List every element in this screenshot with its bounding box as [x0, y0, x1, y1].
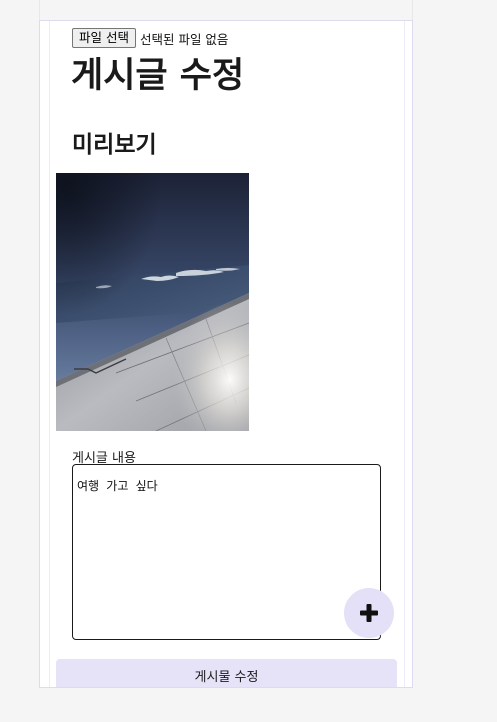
card-guide-right	[404, 21, 405, 687]
card-guide-left	[49, 21, 50, 687]
post-edit-card: 파일 선택 선택된 파일 없음 게시글 수정 미리보기 게시글 내용 여행 가고…	[39, 20, 413, 688]
file-input: 파일 선택 선택된 파일 없음	[72, 28, 228, 48]
page-title: 게시글 수정	[71, 56, 245, 96]
file-status-text: 선택된 파일 없음	[139, 31, 229, 47]
frame-edge-right	[412, 0, 413, 20]
airplane-wing-photo	[56, 173, 249, 431]
choose-file-button[interactable]: 파일 선택	[72, 28, 136, 48]
preview-image	[56, 173, 249, 431]
plus-icon	[359, 603, 379, 623]
preview-heading: 미리보기	[72, 132, 157, 158]
content-textarea[interactable]: 여행 가고 싶다	[72, 464, 381, 640]
add-button[interactable]	[344, 588, 394, 638]
edit-post-submit-button[interactable]: 게시물 수정	[56, 659, 397, 687]
frame-edge-left	[39, 0, 40, 20]
